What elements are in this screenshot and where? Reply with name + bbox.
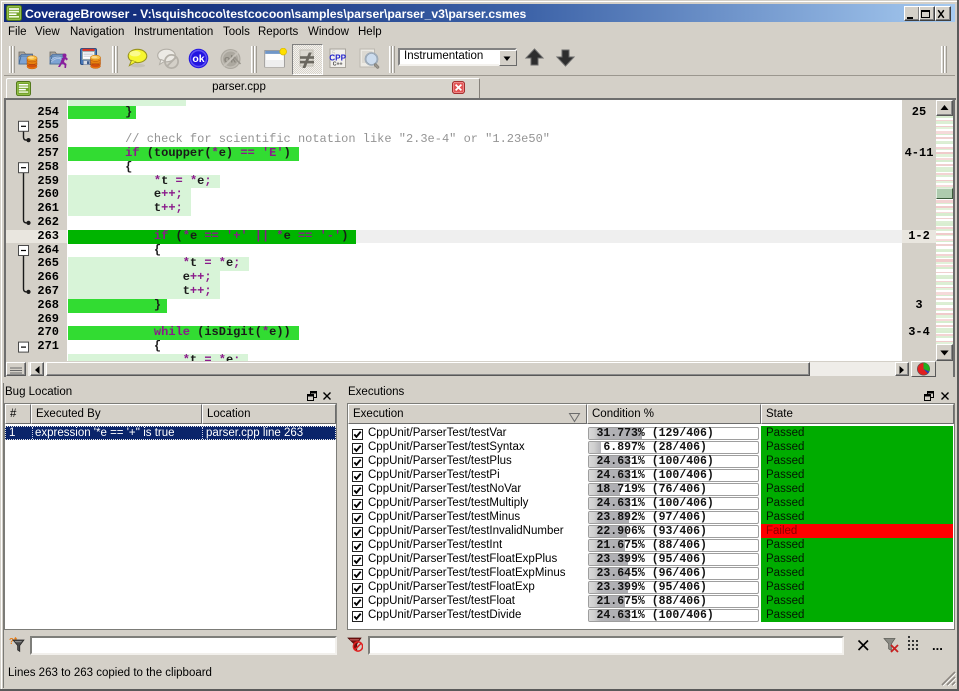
svg-text:C++: C++: [333, 62, 343, 68]
svg-text:ok: ok: [192, 53, 204, 65]
